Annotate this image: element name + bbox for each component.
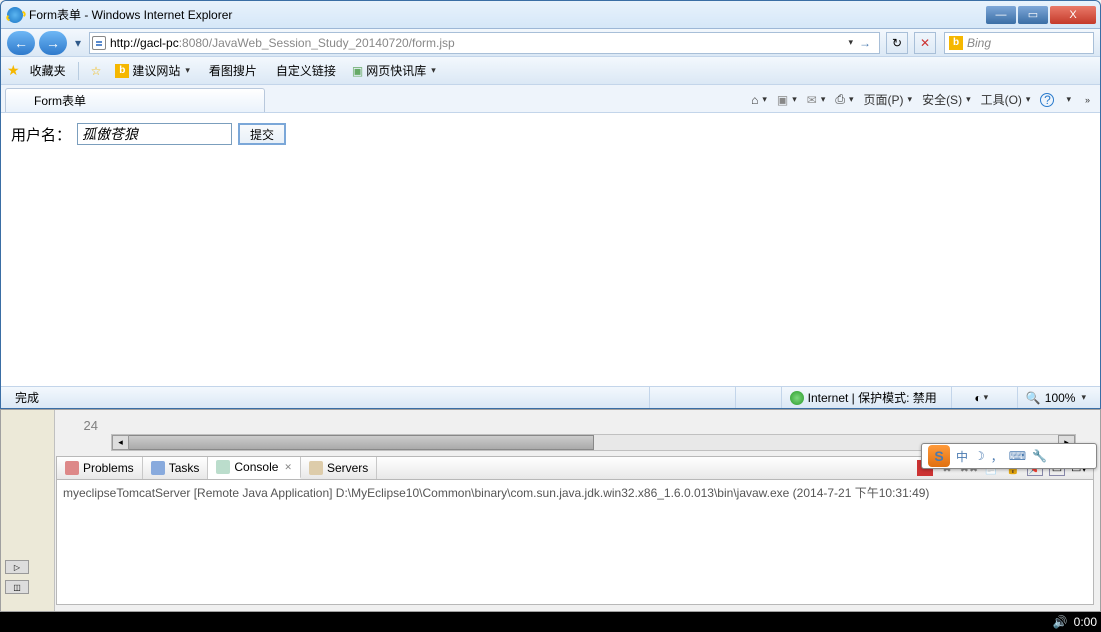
tab-console[interactable]: Console✕: [208, 457, 301, 479]
favorites-bar: ★ 收藏夹 ☆ b建议网站▾ 看图搜片 自定义链接 ▣网页快讯库▾: [1, 57, 1100, 85]
fav-suggested-sites[interactable]: b建议网站▾: [111, 60, 194, 81]
close-tab-icon[interactable]: ✕: [284, 462, 292, 473]
scroll-left-icon[interactable]: ◂: [112, 435, 129, 450]
home-button[interactable]: ⌂▾: [751, 93, 767, 107]
windows-taskbar[interactable]: 🔊 0:00: [0, 612, 1101, 632]
tasks-icon: [151, 461, 165, 475]
ime-settings-icon[interactable]: 🔧: [1032, 449, 1047, 463]
tools-menu[interactable]: 工具(O)▾: [981, 91, 1031, 108]
rss-button[interactable]: ▣▾: [777, 93, 797, 107]
ie-browser-window: Form表单 - Windows Internet Explorer — ▭ X…: [0, 0, 1101, 409]
form-row: 用户名： 提交: [11, 123, 1090, 145]
search-placeholder: Bing: [967, 36, 991, 50]
zoom-control[interactable]: 🔍100%▾: [1017, 387, 1094, 408]
page-icon: [92, 36, 106, 50]
ime-mode-chinese[interactable]: 中: [956, 448, 968, 465]
console-icon: [216, 460, 230, 474]
ime-language-bar[interactable]: S 中 ☽ ， ⌨ 🔧: [921, 443, 1097, 469]
fav-image-search[interactable]: 看图搜片: [202, 60, 261, 81]
username-input[interactable]: [77, 123, 232, 145]
tab-tasks[interactable]: Tasks: [143, 457, 209, 479]
help-button[interactable]: ?: [1040, 93, 1054, 107]
window-title: Form表单 - Windows Internet Explorer: [29, 6, 986, 23]
browser-tab[interactable]: Form表单: [5, 88, 265, 112]
clock[interactable]: 0:00: [1074, 615, 1097, 629]
stop-button[interactable]: ✕: [914, 32, 936, 54]
gutter-tree-button[interactable]: ◫: [5, 580, 29, 594]
separator: [78, 62, 79, 80]
tab-title: Form表单: [34, 92, 86, 109]
submit-button[interactable]: 提交: [238, 123, 286, 145]
tab-bar: Form表单 ⌂▾ ▣▾ ✉▾ ⎙▾ 页面(P)▾ 安全(S)▾ 工具(O)▾ …: [1, 85, 1100, 113]
username-label: 用户名：: [11, 124, 71, 145]
ie-logo-icon: [7, 7, 23, 23]
eclipse-ide-panel: ▷ ◫ 24 ◂ ▸ Problems Tasks Console✕ Serve…: [0, 409, 1101, 612]
tab-problems[interactable]: Problems: [57, 457, 143, 479]
console-output[interactable]: myeclipseTomcatServer [Remote Java Appli…: [56, 480, 1094, 605]
navigation-bar: ← → ▾ http://gacl-pc:8080/JavaWeb_Sessio…: [1, 29, 1100, 57]
fav-web-slice[interactable]: ▣网页快讯库▾: [348, 60, 440, 81]
page-menu[interactable]: 页面(P)▾: [864, 91, 913, 108]
go-button[interactable]: →: [853, 36, 877, 50]
zoom-icon: 🔍: [1026, 391, 1041, 405]
bing-icon: b: [115, 64, 129, 78]
search-box[interactable]: b Bing: [944, 32, 1094, 54]
recent-pages-dropdown[interactable]: ▾: [71, 36, 85, 50]
minimize-button[interactable]: —: [986, 6, 1016, 24]
refresh-button[interactable]: ↻: [886, 32, 908, 54]
back-button[interactable]: ←: [7, 31, 35, 55]
status-done: 完成: [7, 387, 47, 408]
servers-icon: [309, 461, 323, 475]
window-controls: — ▭ X: [986, 6, 1096, 24]
favorites-label[interactable]: 收藏夹: [30, 62, 66, 79]
tab-servers[interactable]: Servers: [301, 457, 377, 479]
command-bar: ⌂▾ ▣▾ ✉▾ ⎙▾ 页面(P)▾ 安全(S)▾ 工具(O)▾ ?▾ »: [751, 91, 1096, 112]
ie-logo-icon: [14, 94, 28, 108]
maximize-button[interactable]: ▭: [1018, 6, 1048, 24]
status-bar: 完成 Internet | 保护模式: 禁用 ◐ ▾ 🔍100%▾: [1, 386, 1100, 408]
sogou-ime-icon[interactable]: S: [928, 445, 950, 467]
address-bar[interactable]: http://gacl-pc:8080/JavaWeb_Session_Stud…: [89, 32, 880, 54]
bing-icon: b: [949, 36, 963, 50]
line-number: 24: [56, 418, 104, 433]
forward-button[interactable]: →: [39, 31, 67, 55]
ime-softkeyboard-icon[interactable]: ⌨: [1009, 449, 1026, 463]
problems-icon: [65, 461, 79, 475]
mail-button[interactable]: ✉▾: [807, 93, 826, 107]
close-button[interactable]: X: [1050, 6, 1096, 24]
gutter-expand-button[interactable]: ▷: [5, 560, 29, 574]
volume-icon[interactable]: 🔊: [1053, 615, 1068, 629]
print-button[interactable]: ⎙▾: [835, 92, 853, 107]
globe-icon: [790, 391, 804, 405]
ime-moon-icon[interactable]: ☽: [974, 449, 985, 463]
safety-menu[interactable]: 安全(S)▾: [922, 91, 971, 108]
eclipse-left-gutter: ▷ ◫: [1, 410, 55, 611]
fav-custom-links[interactable]: 自定义链接: [269, 60, 340, 81]
page-content: 用户名： 提交: [1, 113, 1100, 155]
ime-punctuation-icon[interactable]: ，: [991, 448, 1003, 465]
url-text: http://gacl-pc:8080/JavaWeb_Session_Stud…: [110, 36, 846, 50]
security-zone[interactable]: Internet | 保护模式: 禁用: [781, 387, 945, 408]
console-line: myeclipseTomcatServer [Remote Java Appli…: [63, 486, 929, 500]
favorites-star-icon[interactable]: ★: [7, 62, 20, 79]
titlebar[interactable]: Form表单 - Windows Internet Explorer — ▭ X: [1, 1, 1100, 29]
scrollbar-thumb[interactable]: [112, 435, 594, 450]
expand-chevron-icon[interactable]: »: [1085, 95, 1090, 105]
protected-mode-dropdown[interactable]: ◐ ▾: [951, 387, 1011, 408]
add-favorite-icon[interactable]: ☆: [91, 64, 102, 78]
rss-icon: ▣: [352, 64, 363, 78]
